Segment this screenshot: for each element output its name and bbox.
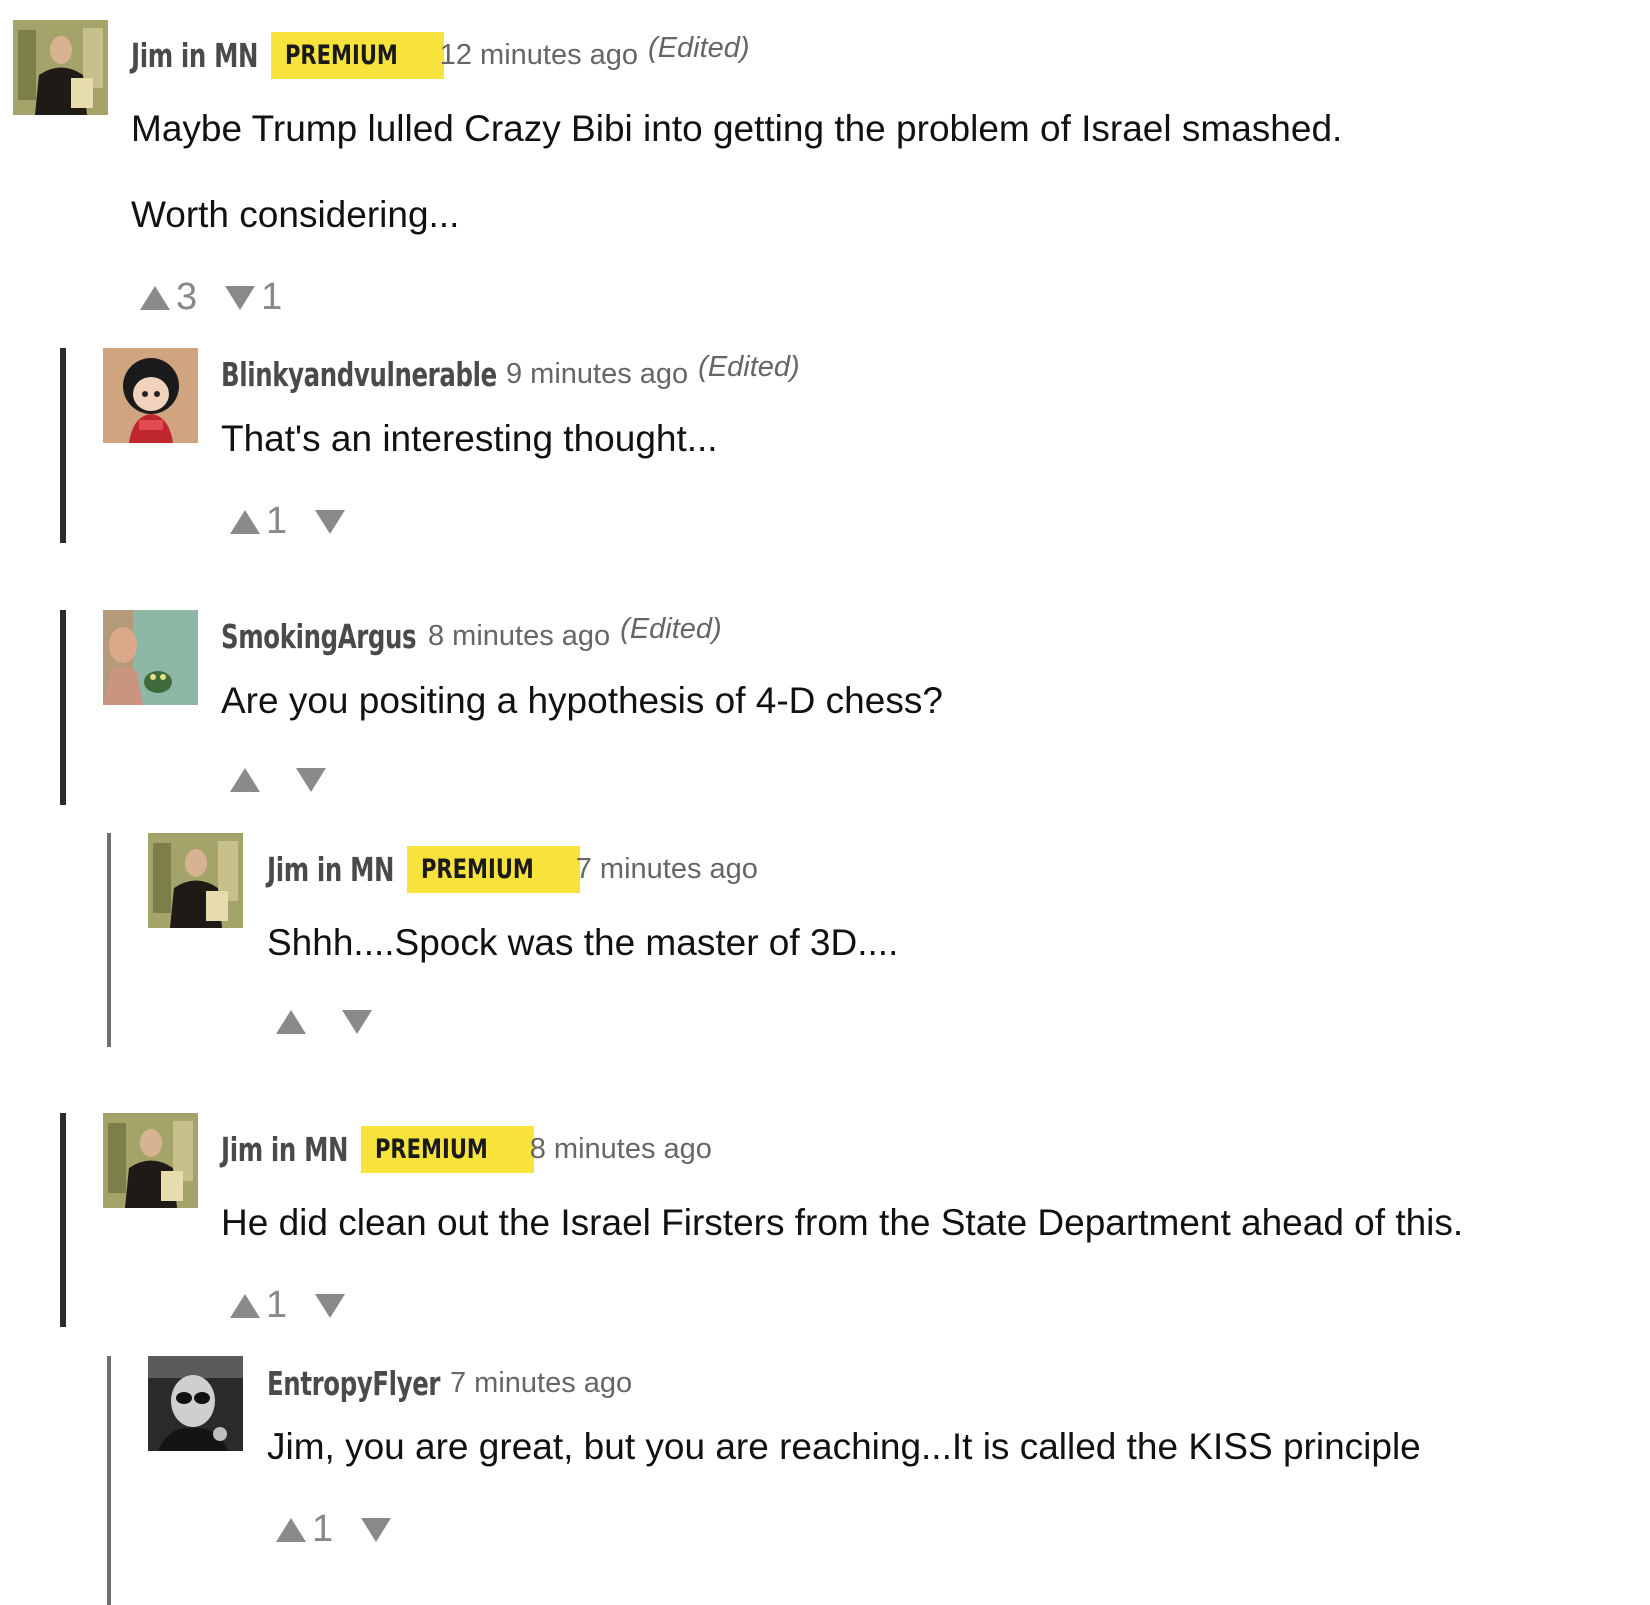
comment-text: Maybe Trump lulled Crazy Bibi into getti… (131, 108, 1343, 149)
thread-line-nested (107, 1356, 111, 1605)
thread-line (60, 1113, 66, 1327)
premium-badge: PREMIUM (361, 1125, 534, 1173)
comment-header: Jim in MN PREMIUM 8 minutes ago (221, 1125, 712, 1173)
avatar-image (148, 1356, 243, 1451)
vote-controls (276, 1010, 372, 1034)
author-name[interactable]: Jim in MN (267, 850, 394, 889)
edited-label: (Edited) (620, 612, 722, 645)
upvote-count: 1 (266, 1284, 288, 1326)
author-name[interactable]: SmokingArgus (221, 617, 417, 656)
comment-timestamp[interactable]: 12 minutes ago (440, 39, 638, 72)
triangle-up-icon (140, 285, 170, 310)
author-name[interactable]: EntropyFlyer (267, 1364, 440, 1403)
comment-text: Worth considering... (131, 194, 460, 235)
triangle-down-icon (225, 285, 256, 310)
premium-badge: PREMIUM (271, 31, 444, 79)
downvote-button[interactable]: 1 (225, 276, 282, 319)
vote-controls: 1 (230, 500, 346, 543)
triangle-down-icon (296, 768, 326, 792)
premium-badge: PREMIUM (407, 845, 580, 893)
comment-header: Jim in MN PREMIUM 7 minutes ago (267, 845, 758, 893)
downvote-button[interactable] (296, 768, 326, 792)
comment-timestamp[interactable]: 8 minutes ago (530, 1133, 712, 1166)
thread-line-nested (107, 833, 111, 1047)
downvote-button[interactable] (361, 1517, 392, 1542)
comment-text: Are you positing a hypothesis of 4-D che… (221, 680, 943, 721)
vote-controls: 3 1 (140, 276, 282, 319)
avatar-image (103, 1113, 198, 1208)
upvote-count: 1 (312, 1508, 334, 1550)
vote-controls (230, 768, 326, 792)
comment-timestamp[interactable]: 8 minutes ago (428, 620, 610, 653)
vote-controls: 1 (276, 1508, 392, 1551)
downvote-button[interactable] (315, 509, 346, 534)
comment-header: Blinkyandvulnerable 9 minutes ago (Edite… (221, 351, 800, 397)
downvote-count: 1 (261, 276, 283, 318)
comment-text: Shhh....Spock was the master of 3D.... (267, 922, 899, 963)
edited-label: (Edited) (698, 350, 800, 383)
avatar[interactable] (103, 610, 198, 705)
comment-header: Jim in MN PREMIUM 12 minutes ago (Edited… (131, 31, 750, 79)
thread-line (60, 610, 66, 805)
upvote-button[interactable]: 1 (230, 500, 287, 543)
comment-timestamp[interactable]: 7 minutes ago (450, 1367, 632, 1400)
triangle-up-icon (276, 1010, 306, 1034)
comment-header: EntropyFlyer 7 minutes ago (267, 1360, 632, 1406)
triangle-down-icon (315, 509, 346, 534)
thread-line (60, 348, 66, 543)
comment-header: SmokingArgus 8 minutes ago (Edited) (221, 613, 722, 659)
triangle-up-icon (276, 1517, 306, 1542)
upvote-button[interactable] (230, 768, 260, 792)
upvote-count: 1 (266, 500, 288, 542)
upvote-button[interactable]: 1 (230, 1284, 287, 1327)
author-name[interactable]: Jim in MN (221, 1130, 348, 1169)
triangle-up-icon (230, 1293, 260, 1318)
avatar[interactable] (13, 20, 108, 115)
triangle-down-icon (361, 1517, 392, 1542)
comment-timestamp[interactable]: 9 minutes ago (506, 358, 688, 391)
downvote-button[interactable] (342, 1010, 372, 1034)
upvote-button[interactable]: 1 (276, 1508, 333, 1551)
comment-text: Jim, you are great, but you are reaching… (267, 1426, 1421, 1467)
avatar[interactable] (103, 348, 198, 443)
avatar-image (103, 348, 198, 443)
triangle-down-icon (315, 1293, 346, 1318)
triangle-down-icon (342, 1010, 372, 1034)
author-name[interactable]: Blinkyandvulnerable (221, 355, 497, 394)
downvote-button[interactable] (315, 1293, 346, 1318)
vote-controls: 1 (230, 1284, 346, 1327)
avatar[interactable] (148, 1356, 243, 1451)
triangle-up-icon (230, 509, 260, 534)
avatar[interactable] (148, 833, 243, 928)
avatar-image (103, 610, 198, 705)
comment-timestamp[interactable]: 7 minutes ago (576, 853, 758, 886)
triangle-up-icon (230, 768, 260, 792)
upvote-count: 3 (176, 276, 198, 318)
author-name[interactable]: Jim in MN (131, 36, 258, 75)
comment-text: He did clean out the Israel Firsters fro… (221, 1202, 1464, 1243)
edited-label: (Edited) (648, 31, 750, 64)
avatar[interactable] (103, 1113, 198, 1208)
avatar-image (13, 20, 108, 115)
avatar-image (148, 833, 243, 928)
upvote-button[interactable]: 3 (140, 276, 197, 319)
upvote-button[interactable] (276, 1010, 306, 1034)
comment-text: That's an interesting thought... (221, 418, 718, 459)
